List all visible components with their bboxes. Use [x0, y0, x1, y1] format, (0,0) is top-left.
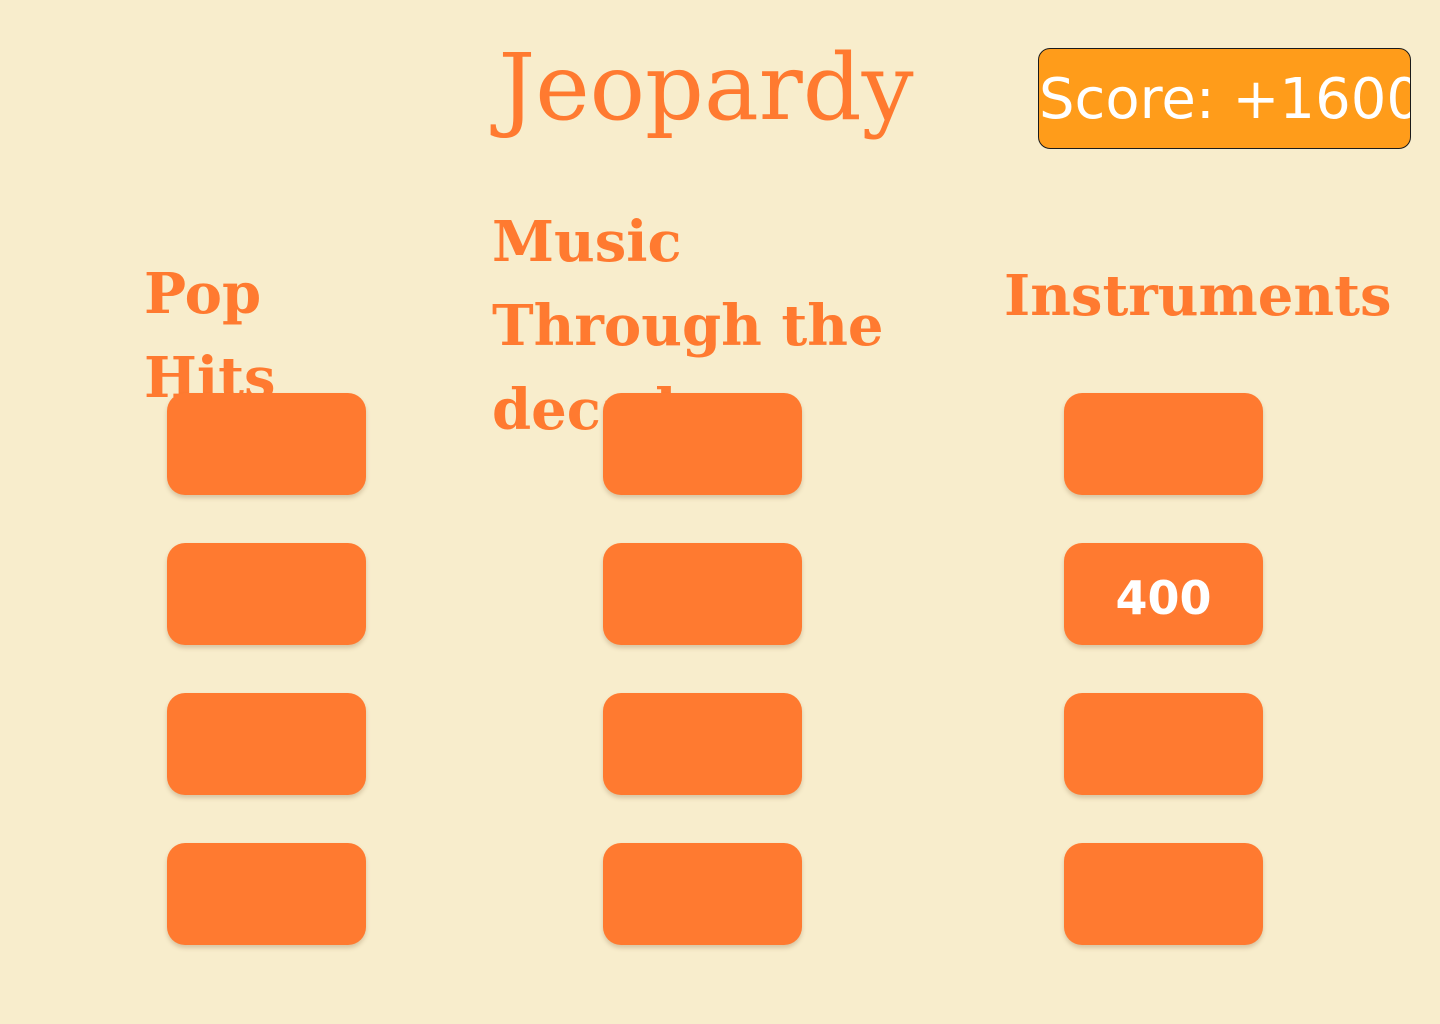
category-header-instruments: Instruments — [1004, 263, 1392, 329]
question-tile-music-decades-4[interactable] — [603, 843, 802, 945]
question-tile-instruments-3[interactable] — [1064, 693, 1263, 795]
game-title: Jeopardy — [498, 34, 914, 141]
question-tile-music-decades-3[interactable] — [603, 693, 802, 795]
question-tile-instruments-1[interactable] — [1064, 393, 1263, 495]
question-tile-music-decades-1[interactable] — [603, 393, 802, 495]
score-badge: Score: +1600 — [1038, 48, 1411, 149]
question-tile-instruments-4[interactable] — [1064, 843, 1263, 945]
question-tile-pop-hits-1[interactable] — [167, 393, 366, 495]
question-tile-pop-hits-4[interactable] — [167, 843, 366, 945]
question-tile-pop-hits-2[interactable] — [167, 543, 366, 645]
question-tile-pop-hits-3[interactable] — [167, 693, 366, 795]
question-tile-instruments-2[interactable]: 400 — [1064, 543, 1263, 645]
question-tile-music-decades-2[interactable] — [603, 543, 802, 645]
